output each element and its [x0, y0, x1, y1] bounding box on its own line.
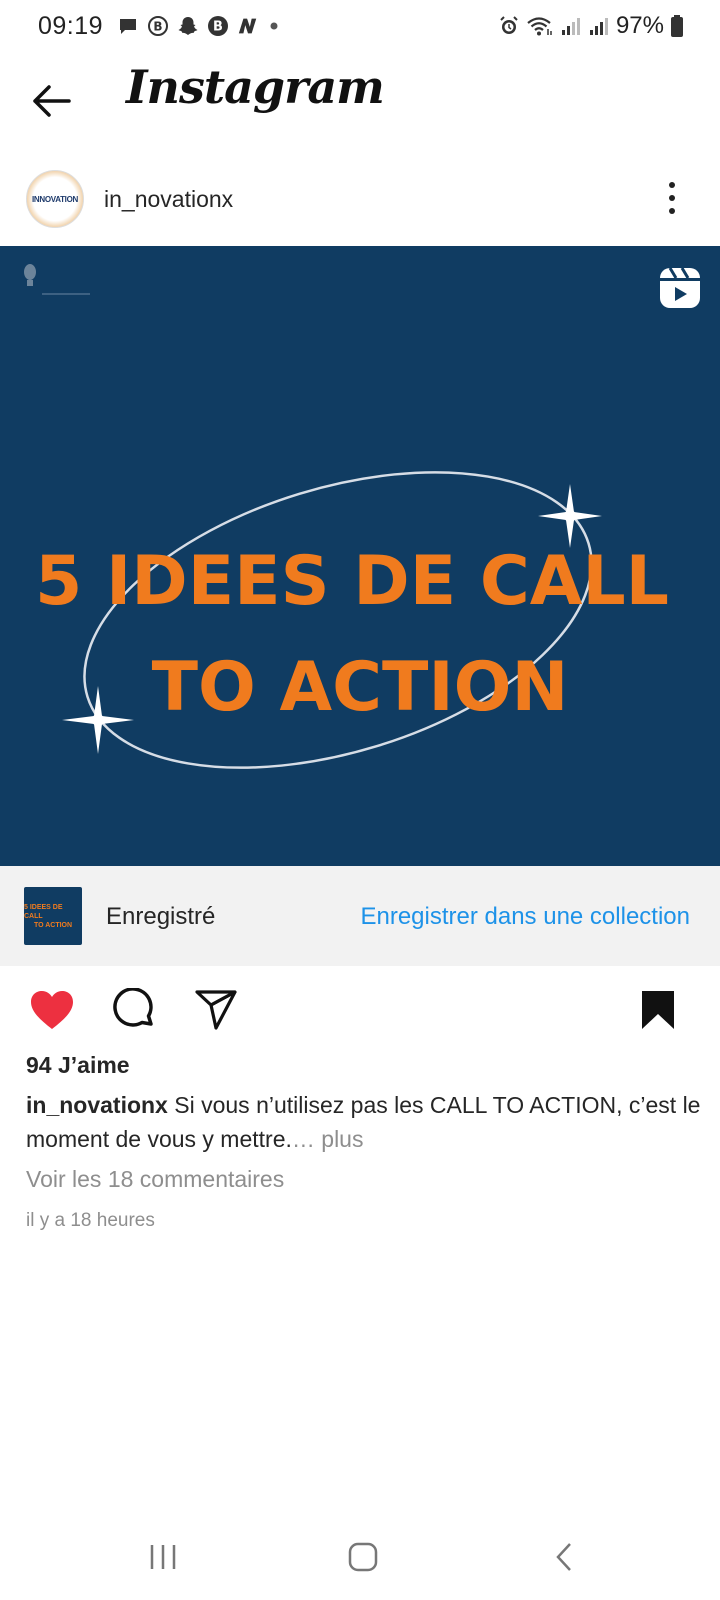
saved-thumb-line2: TO ACTION — [33, 921, 73, 929]
wifi-icon — [526, 15, 554, 37]
message-icon — [117, 15, 139, 37]
signal-icon — [560, 15, 582, 37]
likes-count[interactable]: 94 J’aime — [26, 1052, 130, 1079]
caption-more-link[interactable]: … plus — [292, 1126, 364, 1152]
dot-icon — [267, 15, 281, 37]
share-button[interactable] — [192, 986, 240, 1034]
app-header: Instagram — [0, 52, 720, 148]
status-time: 09:19 — [38, 11, 104, 40]
home-icon — [348, 1542, 378, 1572]
comment-button[interactable] — [110, 986, 158, 1034]
like-button[interactable] — [28, 986, 76, 1034]
recent-apps-button[interactable] — [138, 1532, 188, 1582]
post-timestamp: il y a 18 heures — [26, 1210, 155, 1231]
saved-thumb-line1: 5 IDEES DE CALL — [24, 903, 63, 920]
recent-apps-icon — [150, 1545, 176, 1569]
battery-percent: 97% — [615, 12, 664, 39]
svg-text:B: B — [213, 20, 223, 35]
b-badge-icon: B — [207, 15, 229, 37]
snapchat-icon — [177, 15, 199, 37]
saved-label: Enregistré — [106, 903, 216, 930]
more-options-button[interactable] — [662, 178, 682, 218]
more-dot — [669, 208, 675, 214]
arrow-left-icon — [33, 85, 71, 117]
media-title-line1: 5 IDEES DE CALL — [34, 542, 670, 621]
caption: in_novationx Si vous n’utilisez pas les … — [26, 1088, 706, 1156]
signal-icon — [588, 15, 610, 37]
app-logo: Instagram — [126, 60, 385, 114]
saved-bar: 5 IDEES DE CALL TO ACTION Enregistré Enr… — [0, 866, 720, 966]
avatar[interactable]: INNOVATION — [26, 170, 84, 228]
back-button[interactable] — [28, 78, 74, 124]
post-actions — [0, 982, 720, 1038]
caption-username[interactable]: in_novationx — [26, 1092, 168, 1118]
media-title-line2: TO ACTION — [151, 648, 569, 727]
alarm-icon — [498, 15, 520, 37]
system-nav-bar — [0, 1510, 720, 1600]
post-username[interactable]: in_novationx — [104, 186, 233, 213]
bookmark-icon — [642, 991, 674, 1029]
post-header: INNOVATION in_novationx — [0, 164, 720, 240]
more-dot — [669, 195, 675, 201]
b-circle-icon: B — [147, 15, 169, 37]
battery-icon — [670, 15, 684, 37]
chevron-left-icon — [556, 1543, 571, 1571]
status-bar: 09:19 B B 97% — [0, 0, 720, 52]
n-icon — [237, 15, 259, 37]
system-back-button[interactable] — [540, 1532, 590, 1582]
heart-icon — [31, 991, 73, 1029]
svg-text:B: B — [153, 20, 162, 34]
system-icons: 97% — [498, 12, 684, 40]
saved-thumbnail: 5 IDEES DE CALL TO ACTION — [24, 887, 82, 945]
more-dot — [669, 182, 675, 188]
save-to-collection-link[interactable]: Enregistrer dans une collection — [360, 903, 690, 931]
home-button[interactable] — [338, 1532, 388, 1582]
view-comments-link[interactable]: Voir les 18 commentaires — [26, 1166, 284, 1193]
avatar-text: INNOVATION — [31, 194, 79, 204]
notification-icons: B B — [117, 15, 281, 37]
sparkle-icon — [538, 484, 602, 548]
save-button[interactable] — [634, 986, 682, 1034]
comment-icon — [113, 988, 153, 1027]
send-icon — [195, 990, 237, 1030]
post-media[interactable]: 5 IDEES DE CALL TO ACTION — [0, 246, 720, 866]
